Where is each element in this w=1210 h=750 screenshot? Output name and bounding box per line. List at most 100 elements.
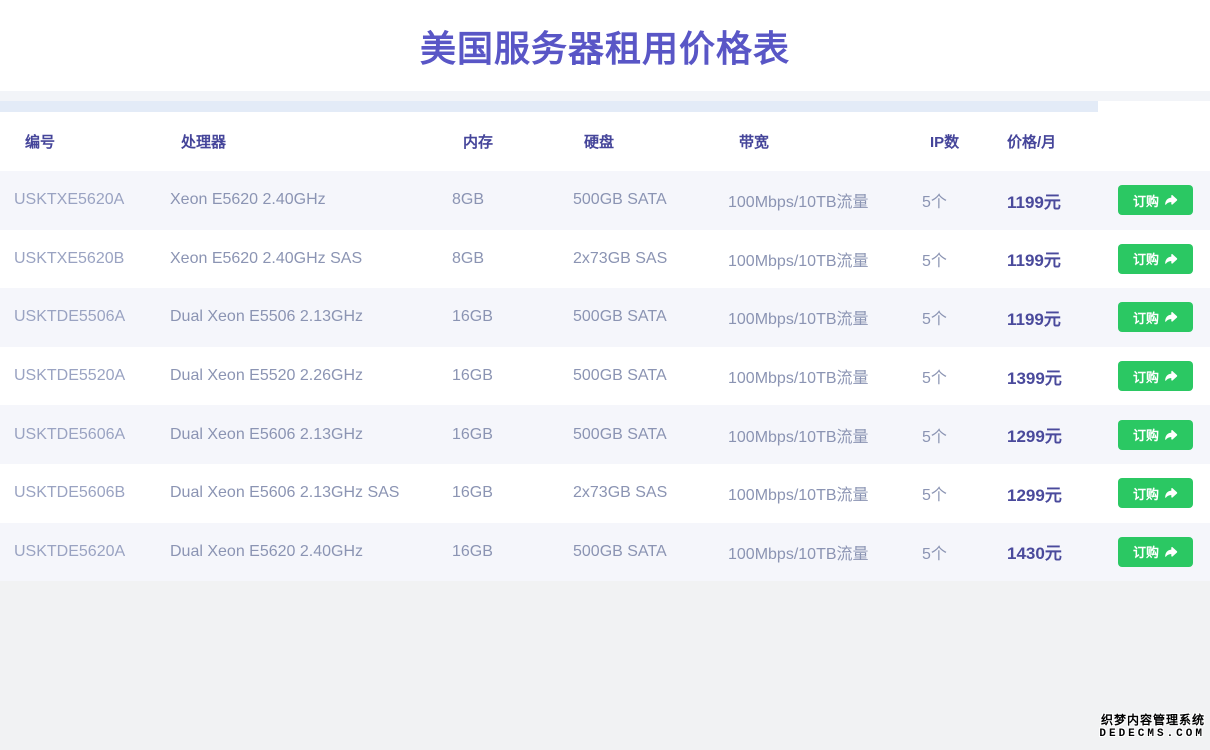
- cell-ip-count: 5个: [922, 364, 1007, 388]
- order-button[interactable]: 订购: [1118, 185, 1193, 215]
- cell-cpu: Dual Xeon E5606 2.13GHz: [170, 426, 452, 444]
- cell-price: 1199元: [1007, 246, 1118, 271]
- cell-ip-count: 5个: [922, 423, 1007, 447]
- share-arrow-icon: [1164, 545, 1178, 559]
- order-button[interactable]: 订购: [1118, 420, 1193, 450]
- cell-server-id: USKTXE5620B: [14, 250, 170, 268]
- order-button[interactable]: 订购: [1118, 244, 1193, 274]
- cell-ip-count: 5个: [922, 540, 1007, 564]
- table-body: USKTXE5620A Xeon E5620 2.40GHz 8GB 500GB…: [0, 171, 1210, 581]
- page: 美国服务器租用价格表 编号 处理器 内存 硬盘 带宽 IP数 价格/月 USKT…: [0, 0, 1210, 750]
- cell-ram: 16GB: [452, 308, 573, 326]
- table-row: USKTDE5506A Dual Xeon E5506 2.13GHz 16GB…: [0, 288, 1210, 347]
- cell-disk: 500GB SATA: [573, 426, 728, 444]
- cell-disk: 2x73GB SAS: [573, 484, 728, 502]
- watermark: 织梦内容管理系统 DEDECMS.COM: [1099, 713, 1205, 741]
- cell-bandwidth: 100Mbps/10TB流量: [728, 247, 922, 271]
- column-header-bandwidth: 带宽: [728, 131, 922, 152]
- cell-server-id: USKTDE5520A: [14, 367, 170, 385]
- cell-ram: 8GB: [452, 191, 573, 209]
- order-button-label: 订购: [1133, 191, 1159, 210]
- column-header-ip-count: IP数: [922, 131, 1007, 152]
- cell-ip-count: 5个: [922, 481, 1007, 505]
- cell-action: 订购: [1118, 478, 1210, 508]
- cell-bandwidth: 100Mbps/10TB流量: [728, 364, 922, 388]
- cell-action: 订购: [1118, 244, 1210, 274]
- cell-server-id: USKTDE5606A: [14, 426, 170, 444]
- order-button[interactable]: 订购: [1118, 478, 1193, 508]
- order-button[interactable]: 订购: [1118, 302, 1193, 332]
- table-row: USKTDE5606B Dual Xeon E5606 2.13GHz SAS …: [0, 464, 1210, 523]
- pricing-table: 编号 处理器 内存 硬盘 带宽 IP数 价格/月 USKTXE5620A Xeo…: [0, 112, 1210, 581]
- column-header-ram: 内存: [452, 131, 573, 152]
- cell-disk: 500GB SATA: [573, 191, 728, 209]
- order-button-label: 订购: [1133, 308, 1159, 327]
- cell-price: 1199元: [1007, 188, 1118, 213]
- cell-action: 订购: [1118, 537, 1210, 567]
- cell-disk: 500GB SATA: [573, 367, 728, 385]
- share-arrow-icon: [1164, 369, 1178, 383]
- share-arrow-icon: [1164, 310, 1178, 324]
- cell-server-id: USKTDE5506A: [14, 308, 170, 326]
- cell-disk: 500GB SATA: [573, 543, 728, 561]
- cell-bandwidth: 100Mbps/10TB流量: [728, 540, 922, 564]
- column-header-cpu: 处理器: [170, 131, 452, 152]
- table-row: USKTXE5620B Xeon E5620 2.40GHz SAS 8GB 2…: [0, 230, 1210, 289]
- cell-price: 1430元: [1007, 539, 1118, 564]
- footer-area: 织梦内容管理系统 DEDECMS.COM: [0, 581, 1210, 750]
- table-row: USKTXE5620A Xeon E5620 2.40GHz 8GB 500GB…: [0, 171, 1210, 230]
- cell-ram: 8GB: [452, 250, 573, 268]
- watermark-line2: DEDECMS.COM: [1099, 727, 1205, 741]
- cell-ram: 16GB: [452, 543, 573, 561]
- soft-divider-strip: [0, 91, 1210, 101]
- cell-cpu: Dual Xeon E5506 2.13GHz: [170, 308, 452, 326]
- cell-action: 订购: [1118, 361, 1210, 391]
- share-arrow-icon: [1164, 252, 1178, 266]
- cell-price: 1199元: [1007, 305, 1118, 330]
- cell-ram: 16GB: [452, 484, 573, 502]
- page-title: 美国服务器租用价格表: [420, 20, 790, 72]
- cell-bandwidth: 100Mbps/10TB流量: [728, 481, 922, 505]
- cell-action: 订购: [1118, 420, 1210, 450]
- order-button-label: 订购: [1133, 542, 1159, 561]
- accent-band: [0, 101, 1098, 112]
- cell-cpu: Xeon E5620 2.40GHz SAS: [170, 250, 452, 268]
- cell-ip-count: 5个: [922, 247, 1007, 271]
- title-bar: 美国服务器租用价格表: [0, 0, 1210, 91]
- order-button-label: 订购: [1133, 367, 1159, 386]
- cell-price: 1299元: [1007, 422, 1118, 447]
- cell-action: 订购: [1118, 302, 1210, 332]
- column-header-price: 价格/月: [1007, 131, 1118, 152]
- cell-price: 1399元: [1007, 364, 1118, 389]
- watermark-line1: 织梦内容管理系统: [1099, 713, 1205, 727]
- cell-ip-count: 5个: [922, 305, 1007, 329]
- cell-bandwidth: 100Mbps/10TB流量: [728, 188, 922, 212]
- column-header-disk: 硬盘: [573, 131, 728, 152]
- cell-cpu: Dual Xeon E5620 2.40GHz: [170, 543, 452, 561]
- cell-bandwidth: 100Mbps/10TB流量: [728, 305, 922, 329]
- order-button-label: 订购: [1133, 249, 1159, 268]
- share-arrow-icon: [1164, 193, 1178, 207]
- cell-server-id: USKTDE5620A: [14, 543, 170, 561]
- cell-server-id: USKTDE5606B: [14, 484, 170, 502]
- order-button-label: 订购: [1133, 484, 1159, 503]
- order-button[interactable]: 订购: [1118, 361, 1193, 391]
- cell-cpu: Dual Xeon E5520 2.26GHz: [170, 367, 452, 385]
- cell-cpu: Dual Xeon E5606 2.13GHz SAS: [170, 484, 452, 502]
- cell-action: 订购: [1118, 185, 1210, 215]
- table-header-row: 编号 处理器 内存 硬盘 带宽 IP数 价格/月: [0, 112, 1210, 171]
- share-arrow-icon: [1164, 428, 1178, 442]
- order-button-label: 订购: [1133, 425, 1159, 444]
- share-arrow-icon: [1164, 486, 1178, 500]
- table-row: USKTDE5620A Dual Xeon E5620 2.40GHz 16GB…: [0, 523, 1210, 582]
- column-header-id: 编号: [14, 131, 170, 152]
- accent-band-wrap: [0, 101, 1210, 112]
- order-button[interactable]: 订购: [1118, 537, 1193, 567]
- cell-ram: 16GB: [452, 367, 573, 385]
- cell-ram: 16GB: [452, 426, 573, 444]
- cell-ip-count: 5个: [922, 188, 1007, 212]
- table-row: USKTDE5520A Dual Xeon E5520 2.26GHz 16GB…: [0, 347, 1210, 406]
- cell-price: 1299元: [1007, 481, 1118, 506]
- cell-cpu: Xeon E5620 2.40GHz: [170, 191, 452, 209]
- table-row: USKTDE5606A Dual Xeon E5606 2.13GHz 16GB…: [0, 405, 1210, 464]
